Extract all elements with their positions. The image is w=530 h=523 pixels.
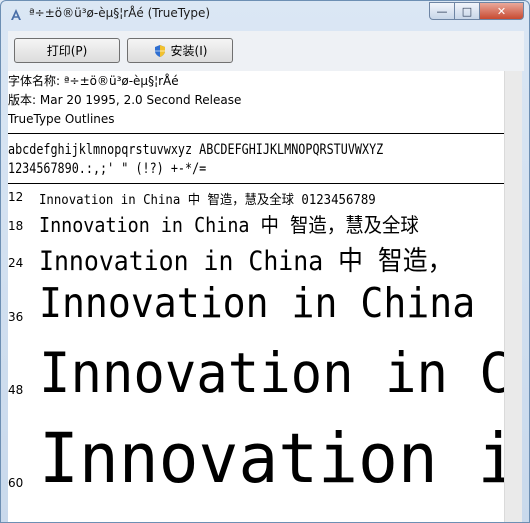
sample-size-label: 48 xyxy=(8,383,24,397)
sample-row-60: 60 Innovation i xyxy=(8,417,505,522)
sample-text: Innovation in China 中 智造，慧及全球 0123456789 xyxy=(39,193,376,208)
sample-row-24: 24 Innovation in China 中 智造， xyxy=(8,237,505,277)
sample-row-12: 12 Innovation in China 中 智造，慧及全球 0123456… xyxy=(8,186,505,208)
close-icon: ✕ xyxy=(496,4,507,18)
sample-row-36: 36 Innovation in China xyxy=(8,277,505,337)
minimize-icon: — xyxy=(436,4,448,18)
vertical-scrollbar[interactable] xyxy=(504,71,522,522)
sample-text: Innovation in C xyxy=(39,341,505,405)
charset-digits: 1234567890.:,;' " (!?) +-*/= xyxy=(8,161,207,177)
divider xyxy=(8,133,505,134)
font-preview-pane: 字体名称: ª÷±ö®ü³ø-èµ§¦rÅé 版本: Mar 20 1995, … xyxy=(8,71,522,522)
font-name-line: 字体名称: ª÷±ö®ü³ø-èµ§¦rÅé xyxy=(8,74,179,88)
toolbar: 打印(P) 安装(I) xyxy=(8,31,524,71)
sample-size-label: 24 xyxy=(8,256,24,270)
sample-text: Innovation in China 中 智造，慧及全球 xyxy=(39,213,419,237)
charset-letters: abcdefghijklmnopqrstuvwxyz ABCDEFGHIJKLM… xyxy=(8,142,384,158)
font-file-icon xyxy=(11,9,21,20)
window-title: ª÷±ö®ü³ø-èµ§¦rÅé (TrueType) xyxy=(29,6,211,20)
sample-text: Innovation i xyxy=(39,419,505,499)
sample-text: Innovation in China 中 智造， xyxy=(39,246,453,277)
maximize-button[interactable]: □ xyxy=(455,2,480,20)
sample-size-label: 36 xyxy=(8,310,24,324)
sample-size-label: 18 xyxy=(8,219,24,233)
font-type-line: TrueType Outlines xyxy=(8,112,115,126)
sample-text: Innovation in China xyxy=(39,279,476,327)
uac-shield-icon xyxy=(154,44,165,57)
sample-row-48: 48 Innovation in C xyxy=(8,339,505,415)
title-bar[interactable]: ª÷±ö®ü³ø-èµ§¦rÅé (TrueType) — □ ✕ xyxy=(1,1,529,29)
divider xyxy=(8,183,505,184)
install-button-label: 安装(I) xyxy=(170,44,208,58)
close-button[interactable]: ✕ xyxy=(480,2,524,20)
minimize-button[interactable]: — xyxy=(429,2,455,20)
sample-row-18: 18 Innovation in China 中 智造，慧及全球 xyxy=(8,207,505,239)
sample-size-label: 60 xyxy=(8,476,24,490)
print-button[interactable]: 打印(P) xyxy=(14,38,120,63)
print-button-label: 打印(P) xyxy=(46,44,88,58)
font-viewer-window: ª÷±ö®ü³ø-èµ§¦rÅé (TrueType) — □ ✕ 打印(P) … xyxy=(0,0,530,523)
maximize-icon: □ xyxy=(461,4,473,18)
font-version-line: 版本: Mar 20 1995, 2.0 Second Release xyxy=(8,93,242,107)
sample-size-label: 12 xyxy=(8,190,24,204)
install-button[interactable]: 安装(I) xyxy=(127,38,233,63)
